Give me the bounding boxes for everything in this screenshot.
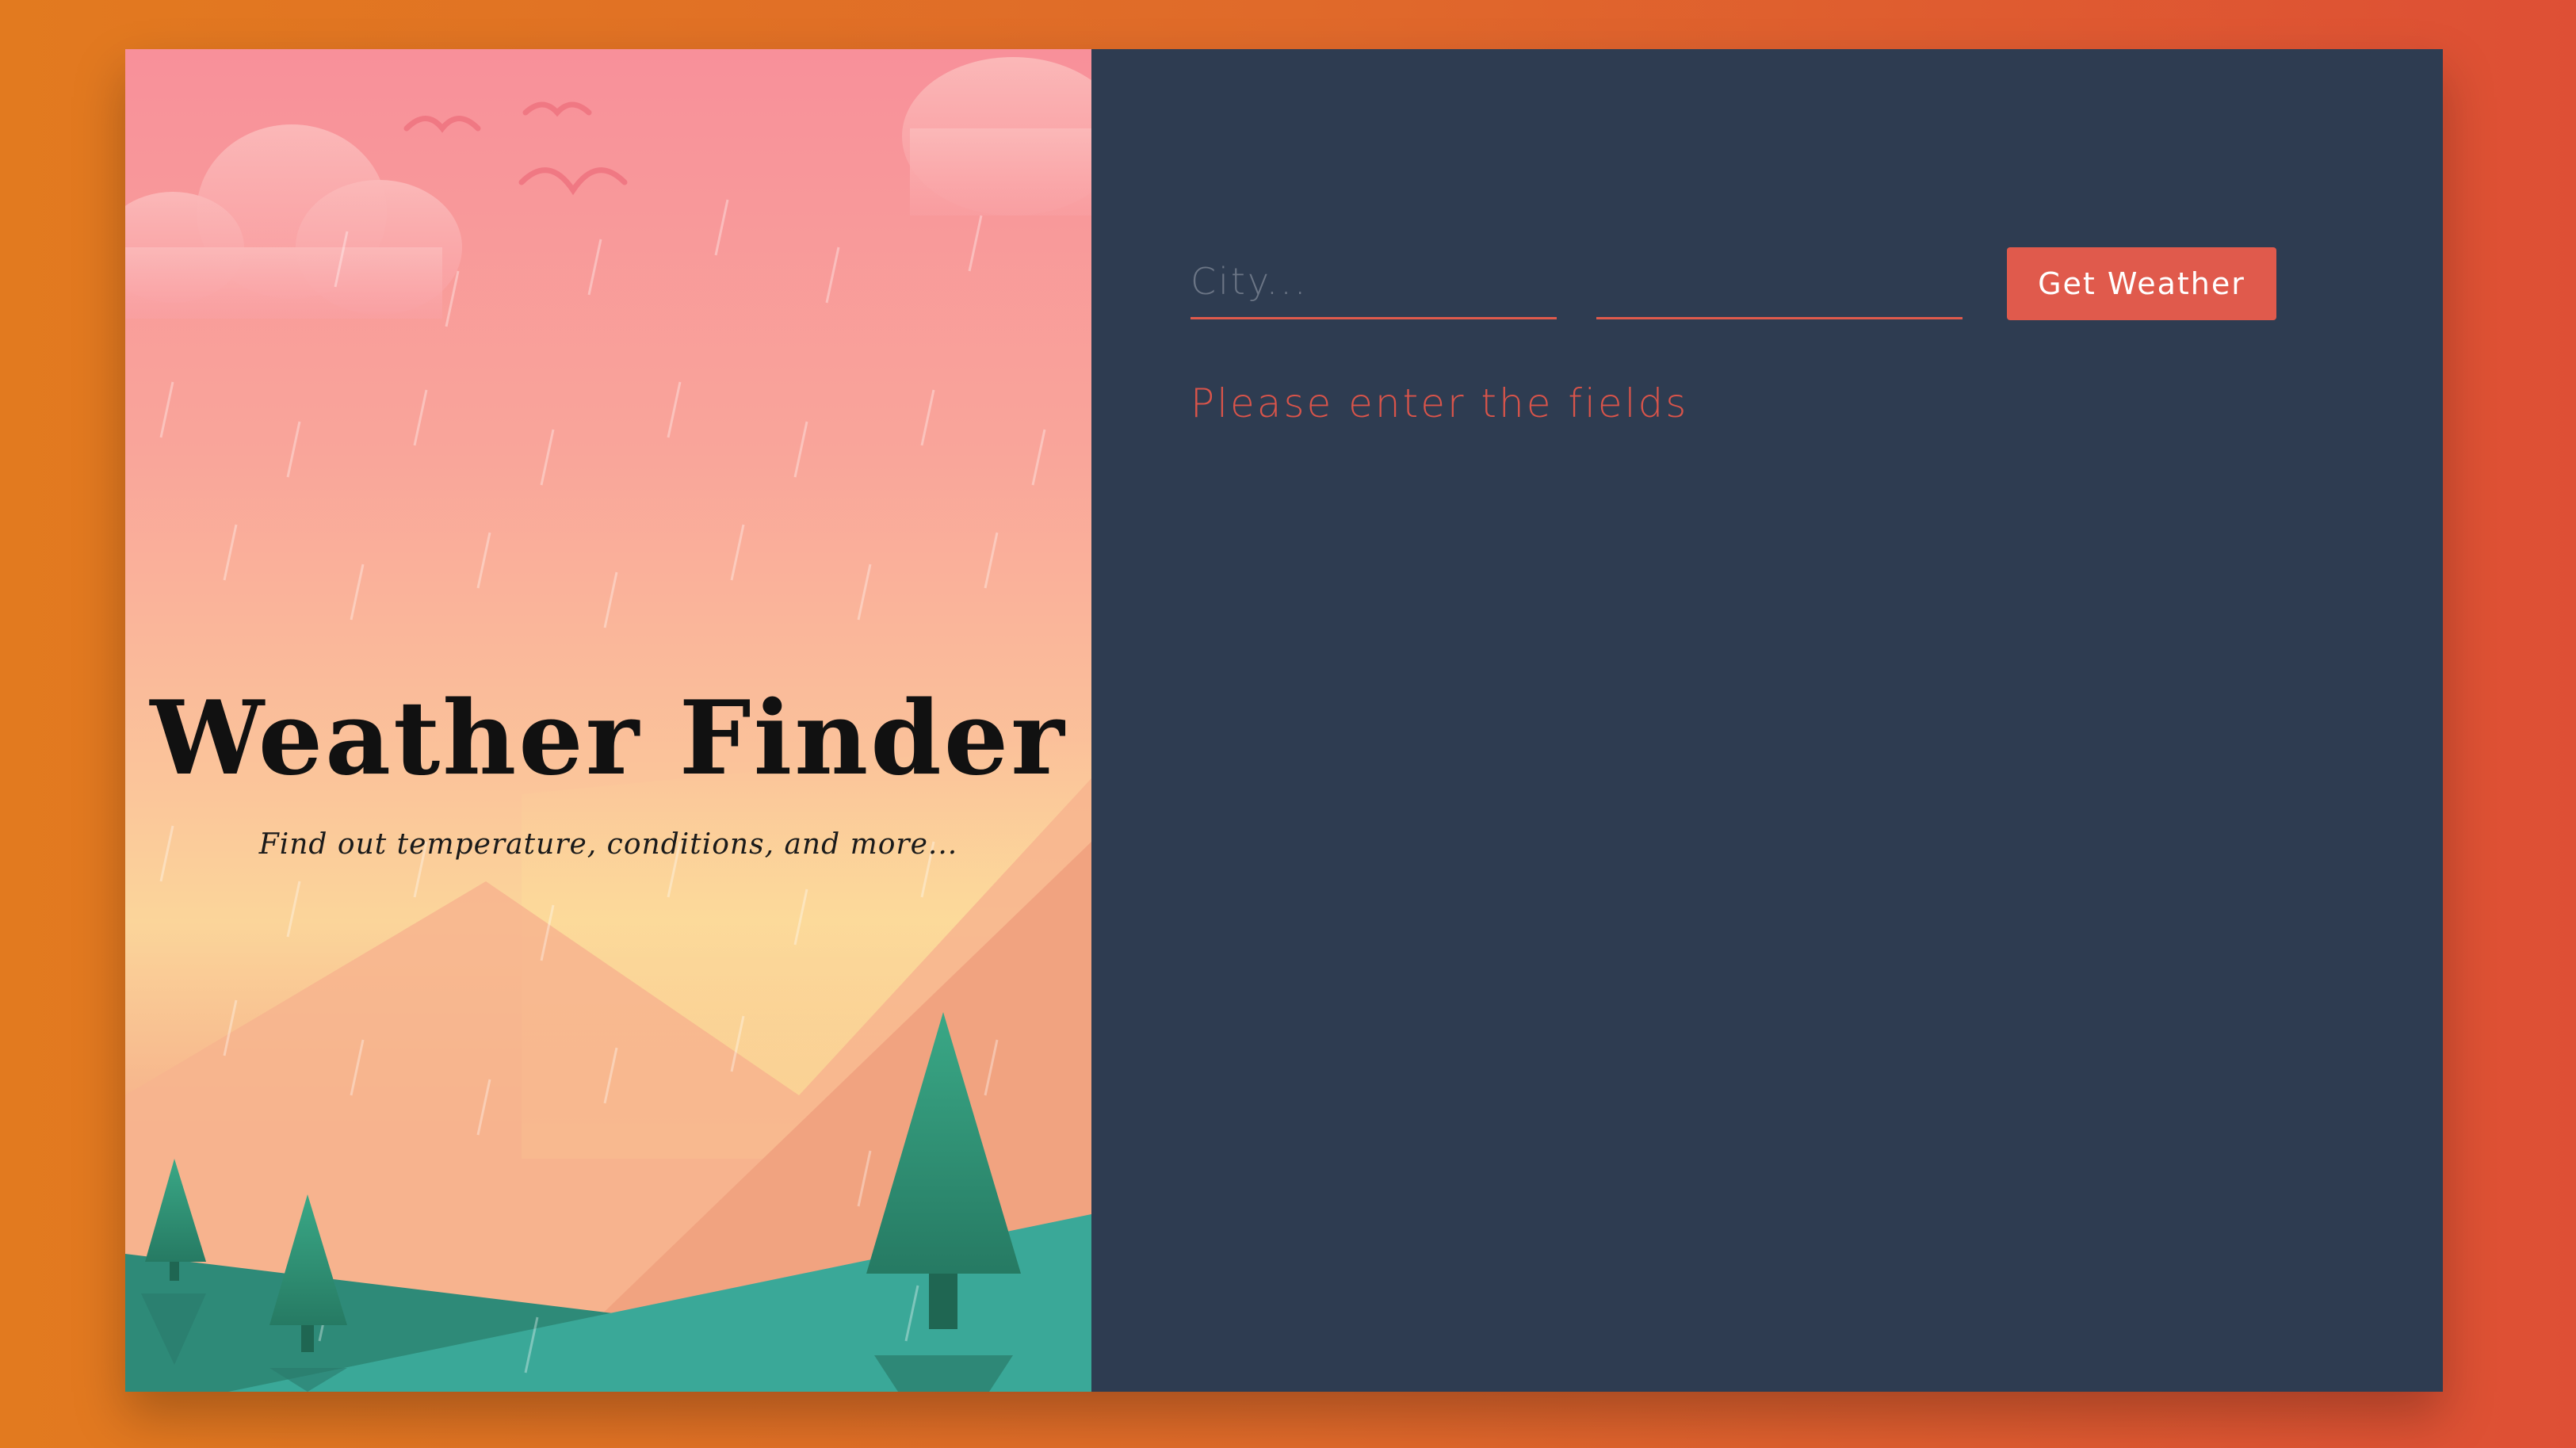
country-input[interactable] — [1596, 246, 1963, 319]
app-title: Weather Finder — [150, 679, 1067, 798]
hero-panel: Weather Finder Find out temperature, con… — [125, 49, 1091, 1392]
birds — [403, 101, 628, 196]
cloud-right — [902, 57, 1091, 216]
get-weather-button[interactable]: Get Weather — [2007, 247, 2276, 320]
app-subtitle: Find out temperature, conditions, and mo… — [258, 827, 958, 861]
hero-text: Weather Finder Find out temperature, con… — [125, 683, 1091, 861]
city-input[interactable] — [1191, 246, 1557, 319]
cloud-left — [125, 124, 462, 319]
error-message: Please enter the fields — [1191, 380, 1689, 426]
